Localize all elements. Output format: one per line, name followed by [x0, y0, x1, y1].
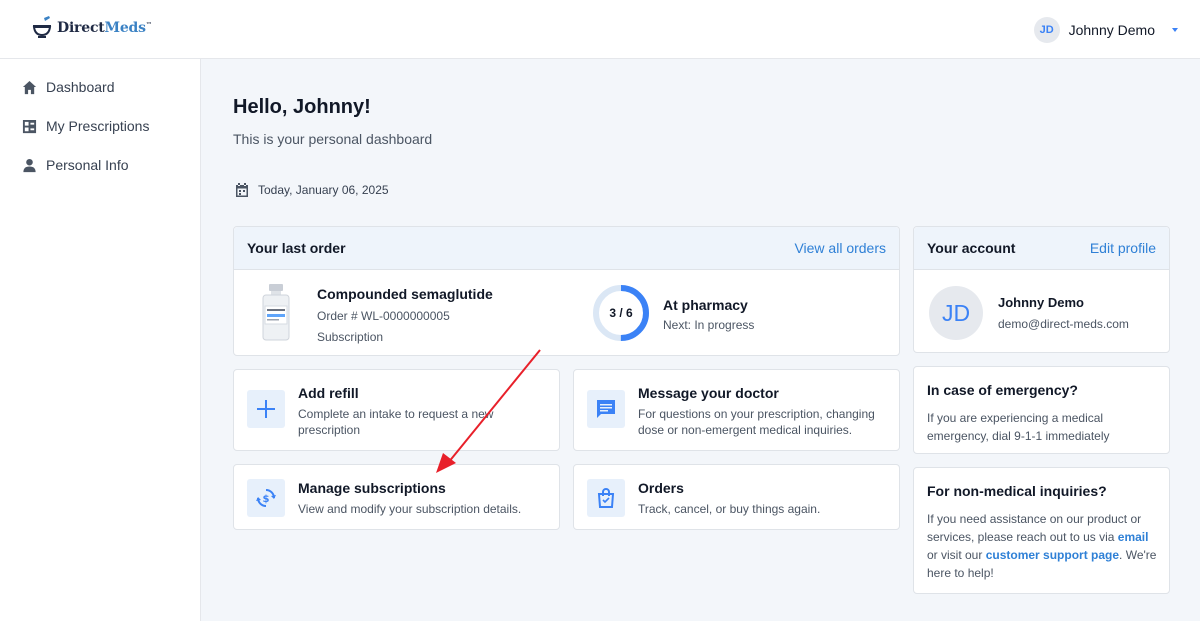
manage-subscriptions-description: View and modify your subscription detail… [298, 502, 522, 516]
emergency-title: In case of emergency? [927, 382, 1078, 398]
account-card: Your account Edit profile JD Johnny Demo… [913, 226, 1170, 353]
avatar: JD [1033, 17, 1060, 43]
non-medical-body: If you need assistance on our product or… [927, 512, 1157, 580]
avatar: JD [929, 286, 983, 340]
chevron-down-icon [1172, 28, 1178, 32]
view-all-orders-link[interactable]: View all orders [794, 240, 886, 256]
non-medical-card: For non-medical inquiries? If you need a… [913, 467, 1170, 594]
subscription-refresh-icon: $ [247, 479, 285, 517]
manage-subscriptions-title: Manage subscriptions [298, 480, 446, 496]
edit-profile-link[interactable]: Edit profile [1090, 240, 1156, 256]
sidebar: Dashboard My Prescriptions Personal Info [0, 59, 201, 621]
sidebar-item-personal-info[interactable]: Personal Info [22, 157, 129, 173]
account-title: Your account [927, 240, 1016, 256]
orders-title: Orders [638, 480, 684, 496]
message-doctor-card[interactable]: Message your doctor For questions on you… [573, 369, 900, 451]
message-doctor-title: Message your doctor [638, 385, 779, 401]
non-medical-title: For non-medical inquiries? [927, 483, 1107, 499]
order-number: Order # WL-0000000005 [317, 309, 450, 323]
order-status-next: Next: In progress [663, 318, 755, 332]
user-menu[interactable]: JD Johnny Demo [1033, 17, 1178, 43]
home-icon [22, 80, 37, 94]
last-order-header: Your last order View all orders [234, 227, 899, 270]
message-doctor-description: For questions on your prescription, chan… [638, 407, 875, 437]
svg-text:$: $ [263, 494, 270, 505]
sidebar-item-label: Dashboard [46, 79, 115, 95]
shopping-bag-icon [587, 479, 625, 517]
sidebar-item-my-prescriptions[interactable]: My Prescriptions [22, 118, 149, 134]
medication-vial-image [262, 284, 290, 341]
emergency-card: In case of emergency? If you are experie… [913, 366, 1170, 454]
order-type: Subscription [317, 330, 384, 344]
page-title: Hello, Johnny! [233, 96, 371, 118]
sidebar-item-dashboard[interactable]: Dashboard [22, 79, 115, 95]
date-text: Today, January 06, 2025 [258, 183, 389, 197]
last-order-body: Compounded semaglutide Order # WL-000000… [234, 270, 899, 356]
order-product-name: Compounded semaglutide [317, 286, 493, 302]
brand-name: DirectMeds™ [57, 20, 152, 36]
emergency-body: If you are experiencing a medical emerge… [927, 411, 1110, 443]
add-refill-title: Add refill [298, 385, 359, 401]
add-refill-card[interactable]: Add refill Complete an intake to request… [233, 369, 560, 451]
order-progress-label: 3 / 6 [609, 306, 633, 320]
plus-icon [247, 390, 285, 428]
customer-support-link[interactable]: customer support page [986, 548, 1119, 562]
user-menu-name: Johnny Demo [1068, 22, 1155, 38]
account-email: demo@direct-meds.com [998, 317, 1129, 331]
order-status-title: At pharmacy [663, 297, 748, 313]
page-subtitle: This is your personal dashboard [233, 131, 433, 147]
prescriptions-icon [22, 119, 37, 133]
account-header: Your account Edit profile [914, 227, 1169, 270]
sidebar-item-label: Personal Info [46, 157, 129, 173]
email-link[interactable]: email [1118, 530, 1149, 544]
mortar-pestle-icon [32, 16, 52, 38]
manage-subscriptions-card[interactable]: $ Manage subscriptions View and modify y… [233, 464, 560, 530]
add-refill-description: Complete an intake to request a new pres… [298, 407, 494, 437]
directmeds-logo[interactable]: DirectMeds™ [31, 16, 152, 40]
account-name: Johnny Demo [998, 295, 1084, 310]
top-bar: DirectMeds™ JD Johnny Demo [0, 0, 1200, 59]
orders-card[interactable]: Orders Track, cancel, or buy things agai… [573, 464, 900, 530]
message-icon [587, 390, 625, 428]
sidebar-item-label: My Prescriptions [46, 118, 150, 134]
orders-description: Track, cancel, or buy things again. [638, 502, 821, 516]
last-order-title: Your last order [247, 240, 346, 256]
date-display: Today, January 06, 2025 [234, 182, 389, 198]
calendar-icon [236, 183, 248, 197]
account-body: JD Johnny Demo demo@direct-meds.com [914, 270, 1169, 353]
last-order-card: Your last order View all orders Compound… [233, 226, 900, 356]
person-icon [23, 158, 36, 172]
